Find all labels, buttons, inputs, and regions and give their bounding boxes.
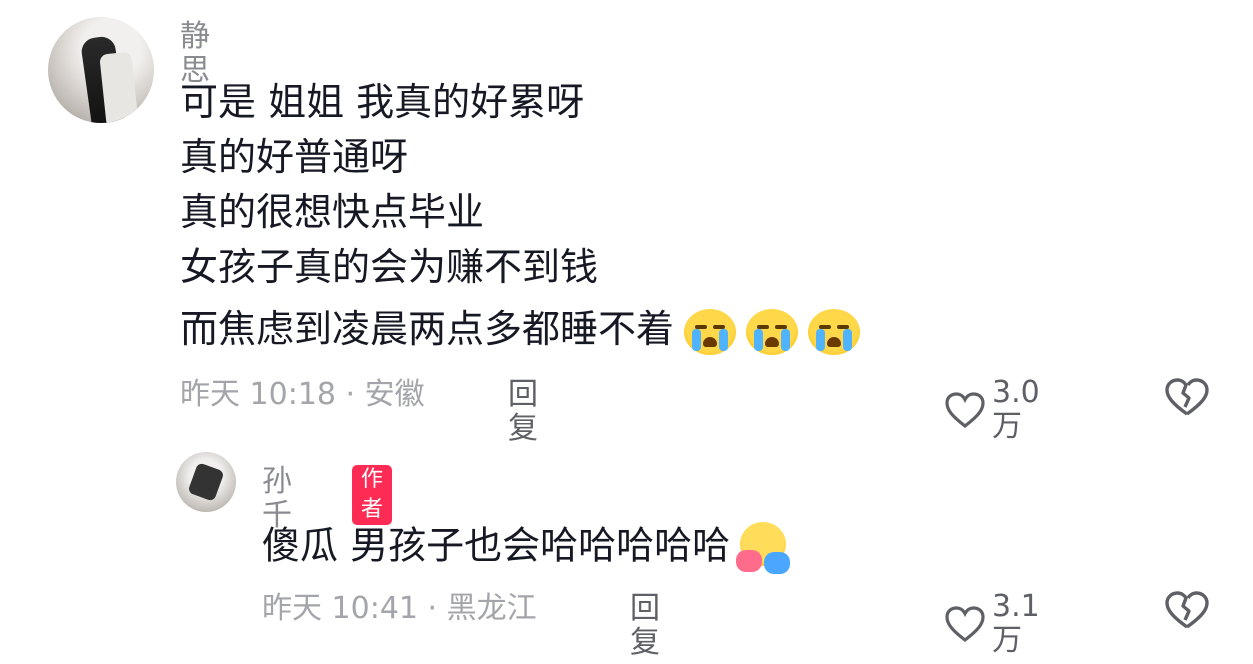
- crying-face-icon: [684, 308, 737, 355]
- author-badge: 作者: [352, 465, 393, 525]
- reply-button[interactable]: 回复: [508, 378, 538, 446]
- heart-icon: [944, 605, 986, 643]
- comment-text: 而焦虑到凌晨两点多都睡不着: [180, 307, 675, 351]
- reply-button[interactable]: 回复: [630, 592, 660, 660]
- avatar[interactable]: [48, 17, 154, 123]
- crying-face-icon: [746, 308, 799, 355]
- comment-meta: 昨天 10:18 · 安徽: [180, 377, 425, 412]
- reply-text: 傻瓜 男孩子也会哈哈哈哈哈: [262, 523, 731, 568]
- reply-meta: 昨天 10:41 · 黑龙江: [262, 591, 537, 626]
- avatar[interactable]: [176, 452, 236, 512]
- dislike-icon[interactable]: [1164, 377, 1210, 417]
- crying-face-icon: [808, 308, 861, 355]
- comment-text-line: 真的很想快点毕业: [180, 190, 485, 234]
- comment-text-line: 女孩子真的会为赚不到钱: [180, 245, 599, 289]
- like-button[interactable]: 3.1万: [944, 590, 1040, 658]
- avatar-figure: [187, 462, 225, 502]
- hugging-face-icon: [736, 522, 791, 574]
- like-count: 3.1万: [992, 589, 1040, 658]
- like-button[interactable]: 3.0万: [944, 376, 1040, 444]
- dislike-icon[interactable]: [1164, 590, 1210, 630]
- comment-text-line: 可是 姐姐 我真的好累呀: [180, 80, 585, 124]
- reply-text-line: 傻瓜 男孩子也会哈哈哈哈哈: [262, 522, 791, 574]
- avatar-coat: [99, 51, 139, 123]
- comment-username[interactable]: 静思: [180, 20, 210, 88]
- comment-text-line-last: 而焦虑到凌晨两点多都睡不着: [180, 307, 861, 355]
- heart-icon: [944, 391, 986, 429]
- like-count: 3.0万: [992, 375, 1040, 444]
- comment-text-line: 真的好普通呀: [180, 135, 409, 179]
